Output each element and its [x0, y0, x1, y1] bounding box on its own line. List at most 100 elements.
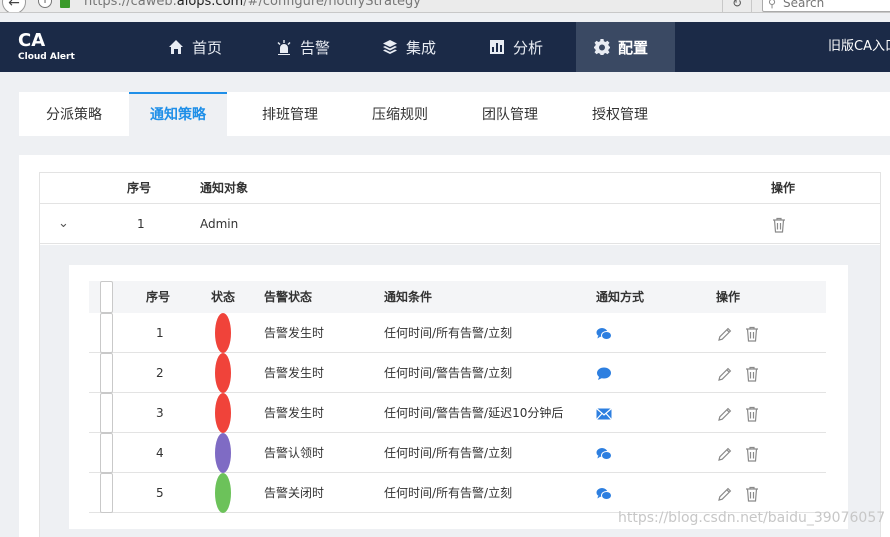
info-icon[interactable]: i: [38, 0, 52, 8]
trash-icon[interactable]: [744, 313, 760, 353]
trash-icon[interactable]: [771, 204, 787, 244]
header-notify-condition: 通知条件: [384, 290, 433, 304]
tab-team-management[interactable]: 团队管理: [467, 92, 553, 136]
table-header: 序号 通知对象 操作: [40, 173, 880, 204]
security-lock-icon: [60, 0, 70, 8]
config-subtabs: 分派策略 通知策略 排班管理 压缩规则 团队管理 授权管理: [19, 92, 890, 136]
home-icon: [169, 40, 183, 54]
edit-pencil-icon[interactable]: [717, 313, 733, 353]
row-index: 1: [156, 326, 164, 340]
trash-icon[interactable]: [744, 433, 760, 473]
status-dot: [215, 313, 231, 353]
expanded-row-details: 序号 状态 告警状态 通知条件 通知方式 操作 1 告警发生时 任何时间/所有告警/…: [40, 245, 880, 537]
row-target: Admin: [200, 217, 239, 231]
sms-icon: [596, 353, 612, 393]
edit-pencil-icon[interactable]: [717, 353, 733, 393]
nav-item-label: 分析: [513, 38, 544, 57]
back-arrow-icon[interactable]: ←: [2, 0, 26, 12]
browser-search-input[interactable]: [783, 0, 890, 11]
nav-item-config[interactable]: 配置: [576, 22, 675, 72]
header-notify-method: 通知方式: [596, 290, 645, 304]
rules-table-header: 序号 状态 告警状态 通知条件 通知方式 操作: [89, 281, 826, 313]
header-operations: 操作: [771, 181, 796, 195]
trash-icon[interactable]: [744, 353, 760, 393]
url-path: /#/configure/notifyStrategy: [243, 0, 421, 9]
address-bar[interactable]: https://caweb.alops.com/#/configure/noti…: [84, 0, 421, 10]
row-notify-condition: 任何时间/所有告警/立刻: [384, 486, 513, 500]
tab-notify-policy[interactable]: 通知策略: [129, 92, 227, 136]
url-host: alops.com: [176, 0, 244, 9]
row-checkbox[interactable]: [100, 393, 113, 433]
nav-item-label: 告警: [300, 38, 331, 57]
logo-sub-text: Cloud Alert: [18, 52, 75, 62]
table-row[interactable]: ⌄ 1 Admin: [40, 204, 880, 244]
row-checkbox[interactable]: [100, 313, 113, 353]
nav-item-label: 配置: [618, 38, 649, 57]
legacy-ca-link[interactable]: 旧版CA入口: [828, 22, 890, 72]
header-index: 序号: [127, 181, 152, 195]
nav-item-label: 首页: [192, 38, 223, 57]
nav-item-label: 集成: [406, 38, 437, 57]
browser-toolbar: ← i https://caweb.alops.com/#/configure/…: [0, 0, 890, 13]
table-row[interactable]: 1 告警发生时 任何时间/所有告警/立刻: [89, 313, 826, 353]
row-notify-condition: 任何时间/警告告警/立刻: [384, 366, 513, 380]
chevron-down-icon[interactable]: ⌄: [58, 204, 69, 244]
tab-authorization[interactable]: 授权管理: [577, 92, 663, 136]
edit-pencil-icon[interactable]: [717, 433, 733, 473]
row-index: 2: [156, 366, 164, 380]
table-row[interactable]: 5 告警关闭时 任何时间/所有告警/立刻: [89, 473, 826, 513]
row-alarm-status: 告警发生时: [264, 406, 325, 420]
row-notify-condition: 任何时间/所有告警/立刻: [384, 446, 513, 460]
header-alarm-status: 告警状态: [264, 290, 313, 304]
notify-policy-table: 序号 通知对象 操作 ⌄ 1 Admin 序号 状态 告警状态 通知条件 通知方…: [39, 172, 881, 537]
notify-rules-card: 序号 状态 告警状态 通知条件 通知方式 操作 1 告警发生时 任何时间/所有告警/…: [69, 265, 848, 529]
nav-item-home[interactable]: 首页: [150, 22, 240, 72]
status-dot: [215, 433, 231, 473]
row-alarm-status: 告警发生时: [264, 366, 325, 380]
table-row[interactable]: 2 告警发生时 任何时间/警告告警/立刻: [89, 353, 826, 393]
status-dot: [215, 353, 231, 393]
status-dot: [215, 393, 231, 433]
wechat-icon: [596, 433, 612, 473]
row-notify-condition: 任何时间/所有告警/立刻: [384, 326, 513, 340]
edit-pencil-icon[interactable]: [717, 473, 733, 513]
app-logo[interactable]: CA Cloud Alert: [18, 31, 75, 63]
nav-item-integration[interactable]: 集成: [364, 22, 454, 72]
wechat-icon: [596, 473, 612, 513]
row-index: 4: [156, 446, 164, 460]
reload-icon[interactable]: ↻: [722, 0, 752, 12]
alarm-icon: [277, 40, 291, 55]
tab-dispatch-policy[interactable]: 分派策略: [19, 92, 129, 136]
header-notify-target: 通知对象: [200, 181, 249, 195]
row-notify-condition: 任何时间/警告告警/延迟10分钟后: [384, 406, 564, 420]
row-checkbox[interactable]: [100, 473, 113, 513]
status-dot: [215, 473, 231, 513]
table-row[interactable]: 4 告警认领时 任何时间/所有告警/立刻: [89, 433, 826, 473]
row-index: 1: [137, 217, 145, 231]
browser-search-box[interactable]: ⚲: [762, 0, 890, 12]
logo-main-text: CA: [18, 30, 46, 51]
nav-item-analysis[interactable]: 分析: [471, 22, 561, 72]
row-checkbox[interactable]: [100, 433, 113, 473]
table-row[interactable]: 3 告警发生时 任何时间/警告告警/延迟10分钟后: [89, 393, 826, 433]
trash-icon[interactable]: [744, 393, 760, 433]
row-checkbox[interactable]: [100, 353, 113, 393]
watermark: https://blog.csdn.net/baidu_39076057: [618, 510, 886, 526]
row-alarm-status: 告警关闭时: [264, 486, 325, 500]
search-icon: ⚲: [768, 0, 777, 10]
tab-compress-rules[interactable]: 压缩规则: [357, 92, 443, 136]
layers-icon: [383, 40, 397, 54]
gear-icon: [594, 39, 610, 55]
tab-schedule[interactable]: 排班管理: [247, 92, 333, 136]
trash-icon[interactable]: [744, 473, 760, 513]
row-index: 5: [156, 486, 164, 500]
top-navigation: CA Cloud Alert 首页 告警 集成 分析 配置 旧版CA入口: [0, 22, 890, 72]
header-status: 状态: [211, 290, 236, 304]
nav-item-alarm[interactable]: 告警: [258, 22, 348, 72]
row-alarm-status: 告警发生时: [264, 326, 325, 340]
main-panel: 序号 通知对象 操作 ⌄ 1 Admin 序号 状态 告警状态 通知条件 通知方…: [19, 155, 890, 537]
select-all-checkbox[interactable]: [100, 281, 113, 313]
row-index: 3: [156, 406, 164, 420]
edit-pencil-icon[interactable]: [717, 393, 733, 433]
header-index: 序号: [146, 290, 171, 304]
